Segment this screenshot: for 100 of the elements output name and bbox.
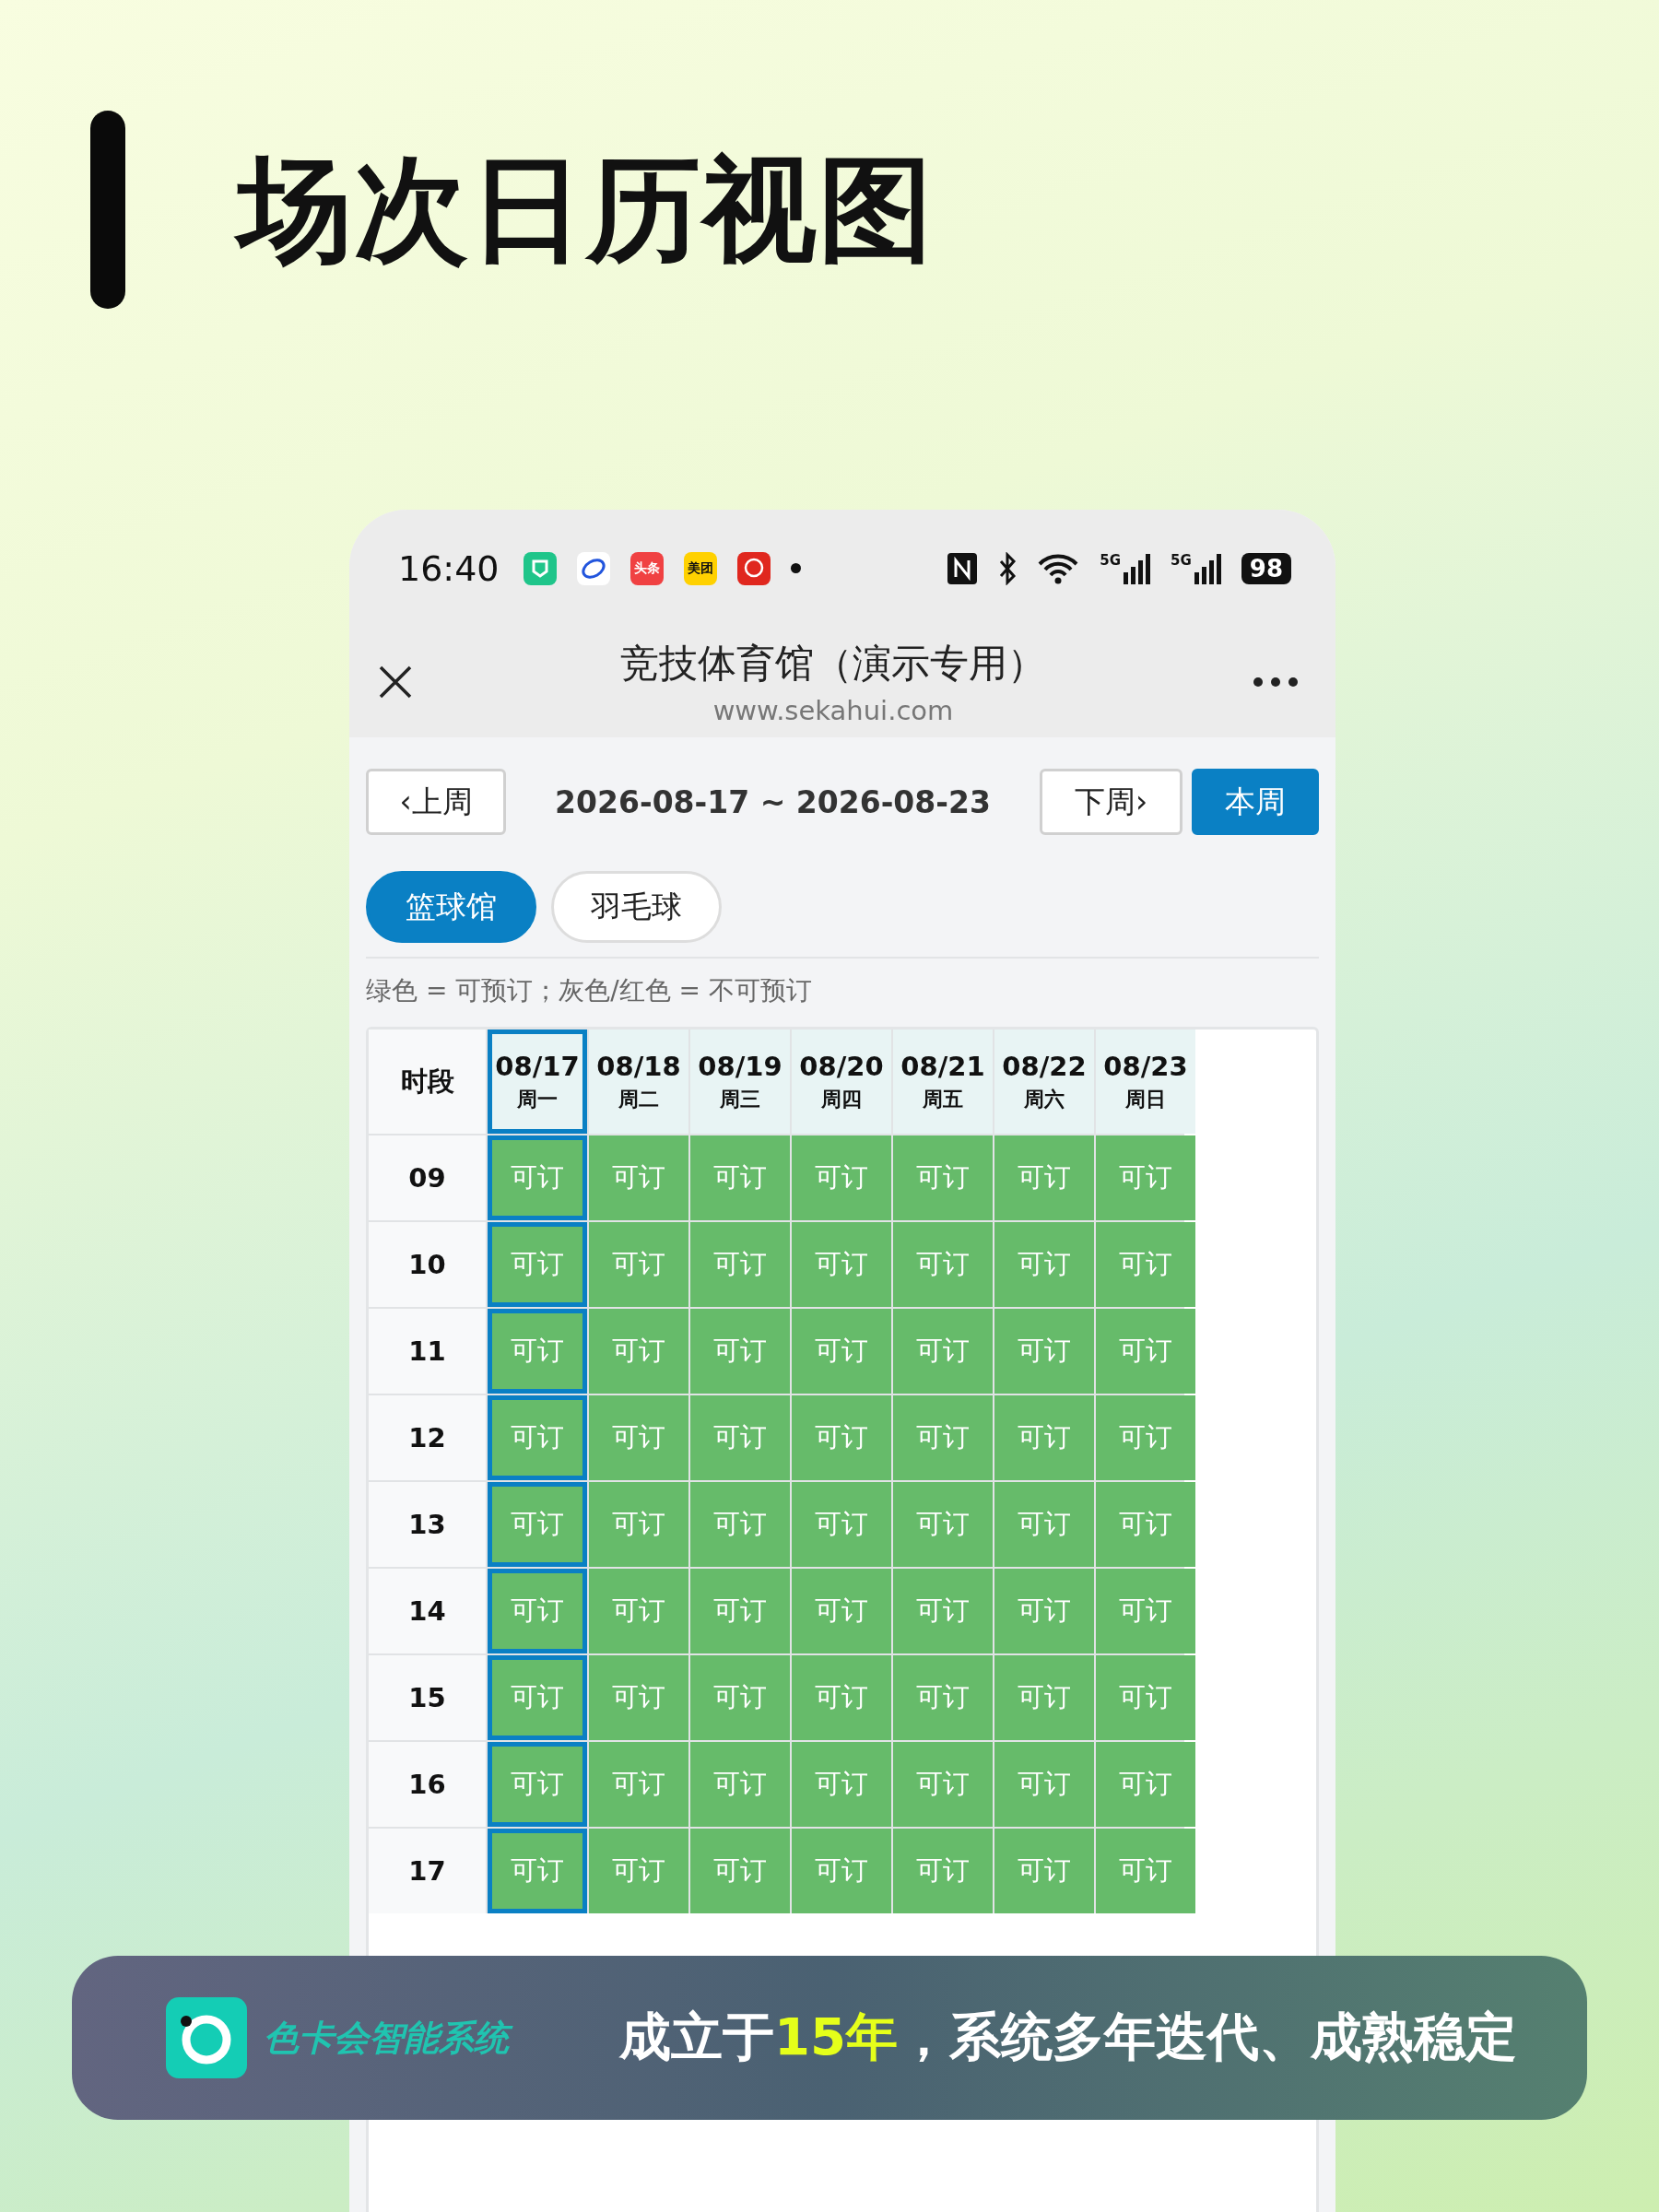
slot-cell[interactable]: 可订	[589, 1482, 688, 1567]
slot-cell[interactable]: 可订	[589, 1829, 688, 1913]
slot-cell[interactable]: 可订	[792, 1309, 891, 1394]
slot-cell[interactable]: 可订	[792, 1222, 891, 1307]
next-week-button[interactable]: 下周›	[1040, 769, 1182, 835]
brand-name: 色卡会智能系统	[264, 2014, 595, 2062]
slot-cell[interactable]: 可订	[1096, 1655, 1195, 1740]
slot-cell[interactable]: 可订	[1096, 1309, 1195, 1394]
slot-cell[interactable]: 可订	[589, 1395, 688, 1480]
signal-icon	[1123, 551, 1151, 585]
slot-cell[interactable]: 可订	[589, 1135, 688, 1220]
slot-cell[interactable]: 可订	[1096, 1222, 1195, 1307]
this-week-button[interactable]: 本周	[1192, 769, 1319, 835]
slot-cell[interactable]: 可订	[488, 1829, 587, 1913]
hour-label: 10	[369, 1222, 486, 1307]
slot-cell[interactable]: 可订	[488, 1482, 587, 1567]
slot-cell[interactable]: 可订	[1096, 1135, 1195, 1220]
slot-cell[interactable]: 可订	[589, 1655, 688, 1740]
date-range: 2026-08-17 ~ 2026-08-23	[554, 783, 992, 820]
slot-cell[interactable]: 可订	[893, 1395, 993, 1480]
slot-cell[interactable]: 可订	[994, 1309, 1094, 1394]
day-header[interactable]: 08/18 周二	[589, 1030, 688, 1134]
close-icon	[377, 664, 414, 700]
banner-slogan: 成立于15年，系统多年迭代、成熟稳定	[619, 2006, 1517, 2068]
network-type-label: 5G	[1100, 551, 1122, 569]
slot-cell[interactable]: 可订	[792, 1395, 891, 1480]
more-icon	[1253, 677, 1299, 688]
day-header[interactable]: 08/21 周五	[893, 1030, 993, 1134]
slot-cell[interactable]: 可订	[994, 1222, 1094, 1307]
slot-cell[interactable]: 可订	[1096, 1482, 1195, 1567]
day-header[interactable]: 08/17 周一	[488, 1030, 587, 1134]
slot-cell[interactable]: 可订	[488, 1395, 587, 1480]
venue-tab[interactable]: 篮球馆	[366, 871, 536, 943]
slot-cell[interactable]: 可订	[994, 1742, 1094, 1827]
slot-cell[interactable]: 可订	[893, 1482, 993, 1567]
slot-cell[interactable]: 可订	[488, 1222, 587, 1307]
slot-cell[interactable]: 可订	[994, 1395, 1094, 1480]
slot-cell[interactable]: 可订	[1096, 1829, 1195, 1913]
slot-cell[interactable]: 可订	[488, 1309, 587, 1394]
site-url: www.sekahui.com	[712, 695, 954, 726]
previous-week-button[interactable]: ‹上周	[366, 769, 506, 835]
slot-cell[interactable]: 可订	[690, 1309, 790, 1394]
hour-label: 09	[369, 1135, 486, 1220]
slot-cell[interactable]: 可订	[792, 1829, 891, 1913]
weekday-label: 周一	[517, 1086, 558, 1112]
slot-cell[interactable]: 可订	[1096, 1395, 1195, 1480]
slot-cell[interactable]: 可订	[994, 1135, 1094, 1220]
slot-cell[interactable]: 可订	[488, 1742, 587, 1827]
day-date: 08/19	[698, 1050, 782, 1082]
slot-cell[interactable]: 可订	[994, 1655, 1094, 1740]
slot-cell[interactable]: 可订	[893, 1309, 993, 1394]
slot-cell[interactable]: 可订	[589, 1569, 688, 1653]
slot-cell[interactable]: 可订	[792, 1742, 891, 1827]
day-header[interactable]: 08/19 周三	[690, 1030, 790, 1134]
venue-tab[interactable]: 羽毛球	[551, 871, 722, 943]
page-title: 场次日历视图	[229, 135, 944, 285]
slot-cell[interactable]: 可订	[690, 1135, 790, 1220]
day-header[interactable]: 08/20 周四	[792, 1030, 891, 1134]
slot-cell[interactable]: 可订	[994, 1829, 1094, 1913]
slot-cell[interactable]: 可订	[792, 1655, 891, 1740]
day-header[interactable]: 08/22 周六	[994, 1030, 1094, 1134]
slot-cell[interactable]: 可订	[690, 1829, 790, 1913]
slot-cell[interactable]: 可订	[488, 1569, 587, 1653]
slot-cell[interactable]: 可订	[690, 1569, 790, 1653]
hour-label: 15	[369, 1655, 486, 1740]
slot-cell[interactable]: 可订	[994, 1482, 1094, 1567]
slot-cell[interactable]: 可订	[1096, 1742, 1195, 1827]
ring-app-icon	[576, 551, 610, 585]
slot-cell[interactable]: 可订	[589, 1742, 688, 1827]
day-header[interactable]: 08/23 周日	[1096, 1030, 1195, 1134]
weekday-label: 周二	[618, 1086, 659, 1112]
slot-cell[interactable]: 可订	[1096, 1569, 1195, 1653]
slot-cell[interactable]: 可订	[690, 1482, 790, 1567]
ring-logo-icon	[166, 1997, 247, 2078]
slot-cell[interactable]: 可订	[690, 1655, 790, 1740]
slot-cell[interactable]: 可订	[589, 1309, 688, 1394]
day-date: 08/22	[1002, 1050, 1087, 1082]
slot-cell[interactable]: 可订	[792, 1135, 891, 1220]
slot-cell[interactable]: 可订	[488, 1655, 587, 1740]
notification-dot-icon	[790, 563, 801, 573]
weekday-label: 周四	[821, 1086, 862, 1112]
weekday-label: 周六	[1024, 1086, 1065, 1112]
app-icon: 美团	[683, 551, 717, 585]
slot-cell[interactable]: 可订	[893, 1569, 993, 1653]
slot-cell[interactable]: 可订	[893, 1655, 993, 1740]
slot-cell[interactable]: 可订	[893, 1829, 993, 1913]
slot-cell[interactable]: 可订	[488, 1135, 587, 1220]
hour-label: 11	[369, 1309, 486, 1394]
slot-cell[interactable]: 可订	[792, 1569, 891, 1653]
slot-cell[interactable]: 可订	[994, 1569, 1094, 1653]
slot-cell[interactable]: 可订	[690, 1222, 790, 1307]
slot-cell[interactable]: 可订	[589, 1222, 688, 1307]
app-icon: 头条	[629, 551, 664, 585]
slot-cell[interactable]: 可订	[893, 1222, 993, 1307]
slot-cell[interactable]: 可订	[893, 1742, 993, 1827]
slot-cell[interactable]: 可订	[792, 1482, 891, 1567]
slot-cell[interactable]: 可订	[690, 1742, 790, 1827]
slot-cell[interactable]: 可订	[690, 1395, 790, 1480]
day-date: 08/21	[900, 1050, 985, 1082]
slot-cell[interactable]: 可订	[893, 1135, 993, 1220]
